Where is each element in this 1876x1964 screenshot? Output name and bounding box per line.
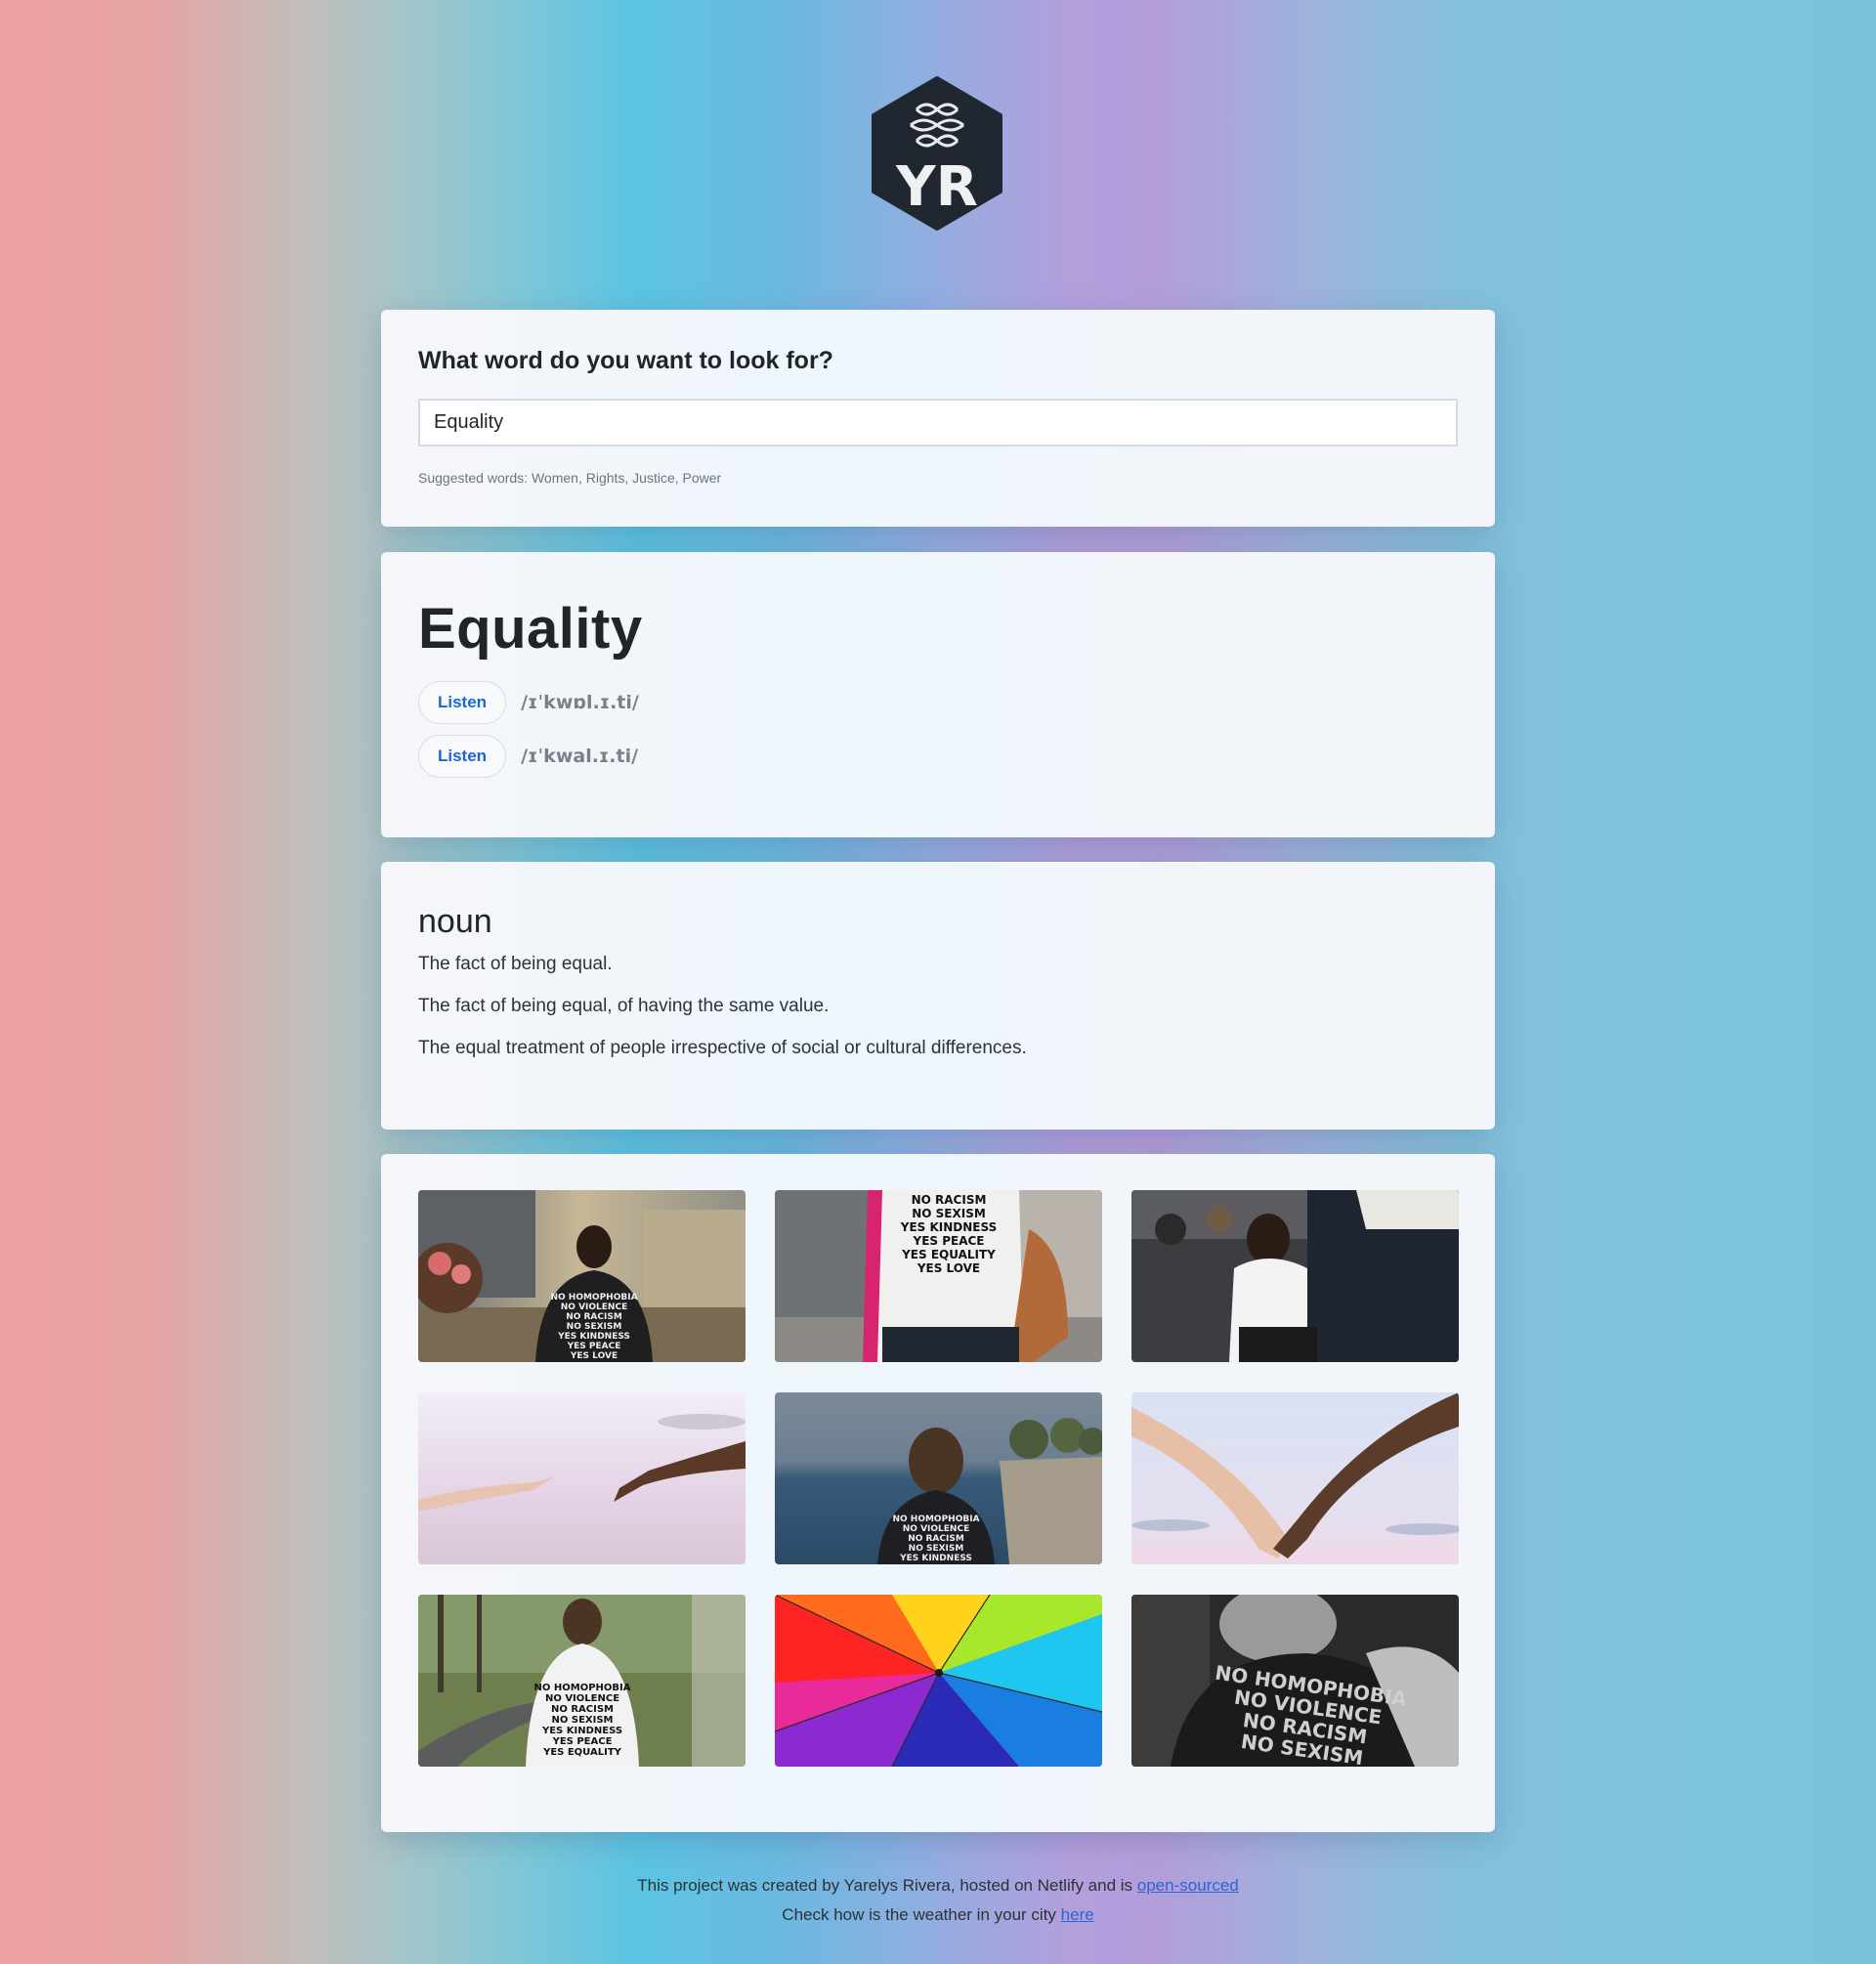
shirt-line: YES LOVE xyxy=(917,1261,980,1275)
photo-grid: NO HOMOPHOBIA NO VIOLENCE NO RACISM NO S… xyxy=(418,1190,1459,1767)
shirt-line: YES KINDNESS xyxy=(541,1726,622,1736)
definition-card: noun The fact of being equal. The fact o… xyxy=(381,862,1495,1130)
photo-hands-reaching[interactable] xyxy=(418,1392,746,1564)
shirt-line: NO VIOLENCE xyxy=(561,1302,627,1312)
listen-button[interactable]: Listen xyxy=(418,681,507,724)
footer-credits-text: This project was created by Yarelys Rive… xyxy=(637,1876,1137,1895)
phonetic-row: Listen /ɪˈkwɒl.ɪ.ti/ xyxy=(418,681,1458,724)
search-card: What word do you want to look for? Sugge… xyxy=(381,310,1495,527)
photo-shirt-back-street[interactable]: NO RACISM NO SEXISM YES KINDNESS YES PEA… xyxy=(775,1190,1102,1362)
listen-button[interactable]: Listen xyxy=(418,735,507,778)
definition: The fact of being equal, of having the s… xyxy=(418,996,830,1016)
suggested-words: Suggested words: Women, Rights, Justice,… xyxy=(418,470,722,486)
shirt-line: NO SEXISM xyxy=(912,1207,986,1220)
photo-holding-hands[interactable] xyxy=(1131,1392,1459,1564)
shirt-line: NO SEXISM xyxy=(567,1322,622,1332)
shirt-line: NO VIOLENCE xyxy=(903,1524,969,1534)
shirt-line: NO HOMOPHOBIA xyxy=(534,1683,631,1693)
shirt-line: NO RACISM xyxy=(551,1704,614,1715)
shirt-line: YES PEACE xyxy=(913,1234,985,1248)
logo-text: YR xyxy=(895,155,978,219)
shirt-line: NO SEXISM xyxy=(552,1715,614,1726)
shirt-line: YES LOVE xyxy=(570,1351,618,1361)
photo-man-park[interactable]: NO HOMOPHOBIA NO VIOLENCE NO RACISM NO S… xyxy=(418,1595,746,1767)
shirt-line: NO HOMOPHOBIA xyxy=(892,1515,979,1524)
search-title: What word do you want to look for? xyxy=(418,347,833,374)
shirt-line: NO VIOLENCE xyxy=(545,1693,619,1704)
photo-seated-people[interactable] xyxy=(1131,1190,1459,1362)
weather-link[interactable]: here xyxy=(1061,1905,1094,1924)
images-card: NO HOMOPHOBIA NO VIOLENCE NO RACISM NO S… xyxy=(381,1154,1495,1832)
footer-line-weather: Check how is the weather in your city he… xyxy=(0,1900,1876,1930)
open-sourced-link[interactable]: open-sourced xyxy=(1137,1876,1239,1895)
shirt-line: YES EQUALITY xyxy=(901,1248,996,1261)
shirt-line: YES KINDNESS xyxy=(900,1220,997,1234)
shirt-line: YES PEACE xyxy=(567,1342,621,1351)
shirt-line: NO RACISM xyxy=(908,1534,964,1544)
photo-rainbow-umbrella[interactable] xyxy=(775,1595,1102,1767)
definition: The equal treatment of people irrespecti… xyxy=(418,1038,1027,1058)
search-input[interactable] xyxy=(418,399,1458,447)
part-of-speech: noun xyxy=(418,903,492,940)
shirt-line: NO SEXISM xyxy=(909,1544,964,1554)
photo-bw-shirt[interactable]: NO HOMOPHOBIA NO VIOLENCE NO RACISM NO S… xyxy=(1131,1595,1459,1767)
photo-woman-shirt-city[interactable]: NO HOMOPHOBIA NO VIOLENCE NO RACISM NO S… xyxy=(418,1190,746,1362)
word-title: Equality xyxy=(418,597,643,661)
phonetic-row: Listen /ɪˈkwal.ɪ.ti/ xyxy=(418,735,1458,778)
phonetic-text: /ɪˈkwal.ɪ.ti/ xyxy=(521,746,639,767)
footer-weather-text: Check how is the weather in your city xyxy=(782,1905,1061,1924)
photo-woman-sea[interactable]: NO HOMOPHOBIA NO VIOLENCE NO RACISM NO S… xyxy=(775,1392,1102,1564)
footer-line-credits: This project was created by Yarelys Rive… xyxy=(0,1871,1876,1900)
shirt-line: NO RACISM xyxy=(566,1312,622,1322)
shirt-line: YES KINDNESS xyxy=(557,1332,630,1342)
shirt-line: NO RACISM xyxy=(912,1193,987,1207)
phonetic-text: /ɪˈkwɒl.ɪ.ti/ xyxy=(521,692,639,713)
yr-logo: YR xyxy=(870,76,1004,231)
footer: This project was created by Yarelys Rive… xyxy=(0,1871,1876,1930)
shirt-line: NO HOMOPHOBIA xyxy=(550,1293,637,1302)
shirt-line: YES EQUALITY xyxy=(542,1747,622,1758)
definition: The fact of being equal. xyxy=(418,954,613,974)
shirt-line: YES PEACE xyxy=(552,1736,613,1747)
word-card: Equality Listen /ɪˈkwɒl.ɪ.ti/ Listen /ɪˈ… xyxy=(381,552,1495,837)
shirt-line: YES KINDNESS xyxy=(899,1554,972,1563)
